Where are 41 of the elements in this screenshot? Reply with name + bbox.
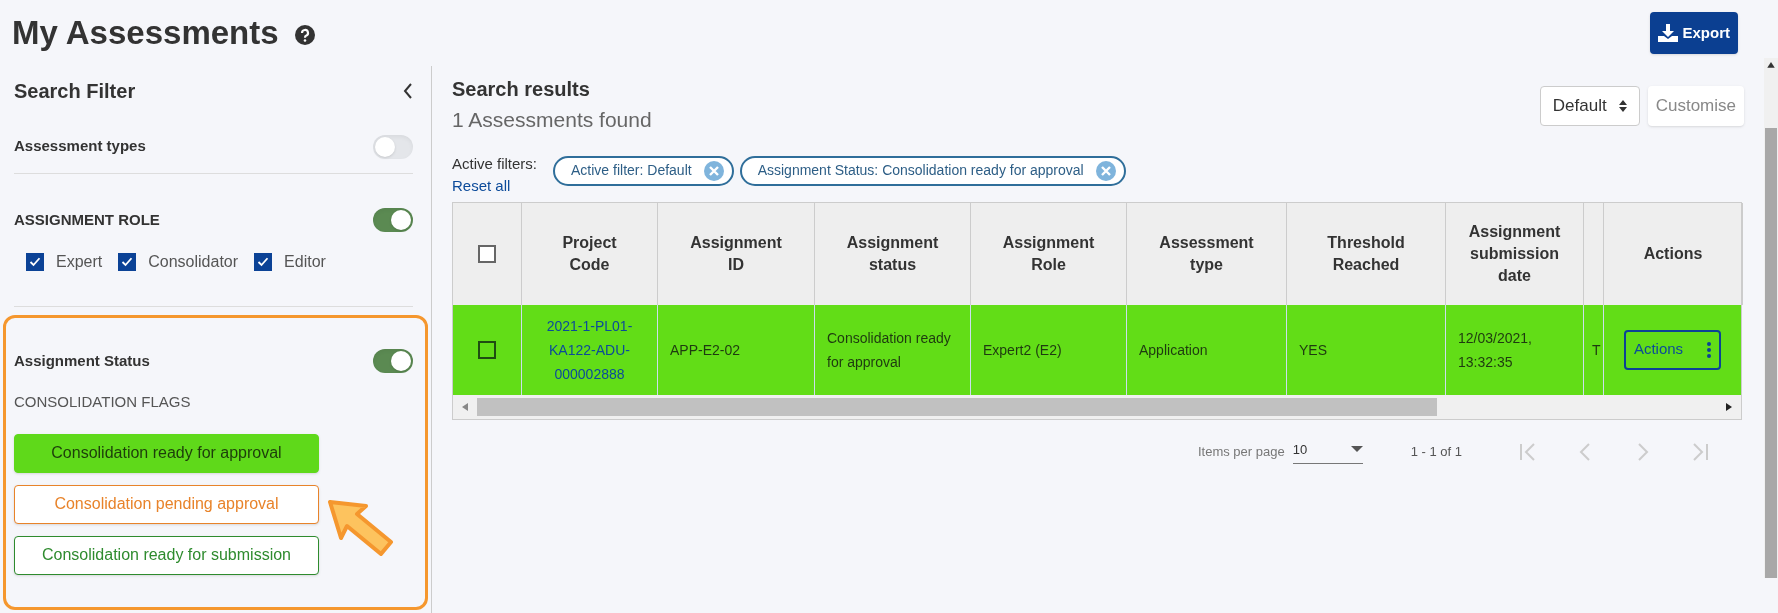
reset-link[interactable]: Reset all	[452, 176, 511, 194]
column-header[interactable]: Assignment submission date	[1446, 202, 1584, 305]
view-select[interactable]: Default	[1539, 86, 1640, 126]
filter-chip[interactable]: Assignment Status: Consolidation ready for approval	[739, 155, 1126, 186]
project-link[interactable]: 2021-1-PL01-KA122-ADU-000002888	[534, 313, 645, 386]
checkbox-label: Editor	[284, 252, 326, 272]
filter-label: Assignment Status	[14, 350, 150, 371]
checkbox-label: Expert	[56, 252, 103, 272]
page-title: My Assessments	[12, 13, 279, 54]
export-button[interactable]: Export	[1650, 12, 1738, 54]
filter-chip[interactable]: Active filter: Default	[553, 155, 734, 186]
table-cell-text: Consolidation ready for approval	[827, 328, 952, 372]
page-size-select[interactable]: 10	[1292, 439, 1363, 464]
table-row[interactable]: 2021-1-PL01-KA122-ADU-000002888 APP-E2-02 Consolidation ready for approval Expert2 (E2) Application YES 12/03/2021, 13:32:35 T Actions	[453, 304, 1741, 395]
table-cell-text: 12/03/2021, 13:32:35	[1458, 328, 1533, 372]
table-cell-text: APP-E2-02	[670, 340, 741, 360]
table-cell-text: Application	[1139, 340, 1208, 360]
filter-label: ASSIGNMENT ROLE	[14, 209, 160, 230]
results-count: 1 Assessments found	[452, 107, 652, 133]
column-header[interactable]: Actions	[1604, 202, 1743, 305]
actions-button[interactable]: Actions	[1623, 329, 1722, 370]
table-cell-text: YES	[1299, 340, 1327, 360]
column-header[interactable]: Project Code	[522, 202, 658, 305]
flag-button[interactable]: Consolidation ready for submission	[14, 535, 319, 575]
table-cell-text: Expert2 (E2)	[983, 340, 1062, 360]
column-header[interactable]: Assignment Role	[971, 202, 1127, 305]
flag-button[interactable]: Consolidation ready for approval	[14, 433, 319, 473]
results-title: Search results	[452, 77, 591, 102]
section-subtitle: CONSOLIDATION FLAGS	[14, 392, 192, 412]
column-header[interactable]: Threshold Reached	[1287, 202, 1446, 305]
table-cell-text: T	[1592, 340, 1601, 360]
column-header[interactable]: Assignment ID	[658, 202, 815, 305]
filters-label: Active filters:	[452, 153, 538, 174]
checkbox-label: Consolidator	[148, 252, 239, 272]
column-header[interactable]: Assessment type	[1127, 202, 1287, 305]
items-per-page-label: Items per page	[1197, 443, 1285, 461]
filter-title: Search Filter	[14, 79, 136, 104]
page-range: 1 - 1 of 1	[1410, 443, 1462, 461]
filter-label: Assessment types	[14, 136, 146, 157]
column-header[interactable]: Assignment status	[815, 202, 971, 305]
customise-button[interactable]: Customise	[1647, 86, 1744, 126]
